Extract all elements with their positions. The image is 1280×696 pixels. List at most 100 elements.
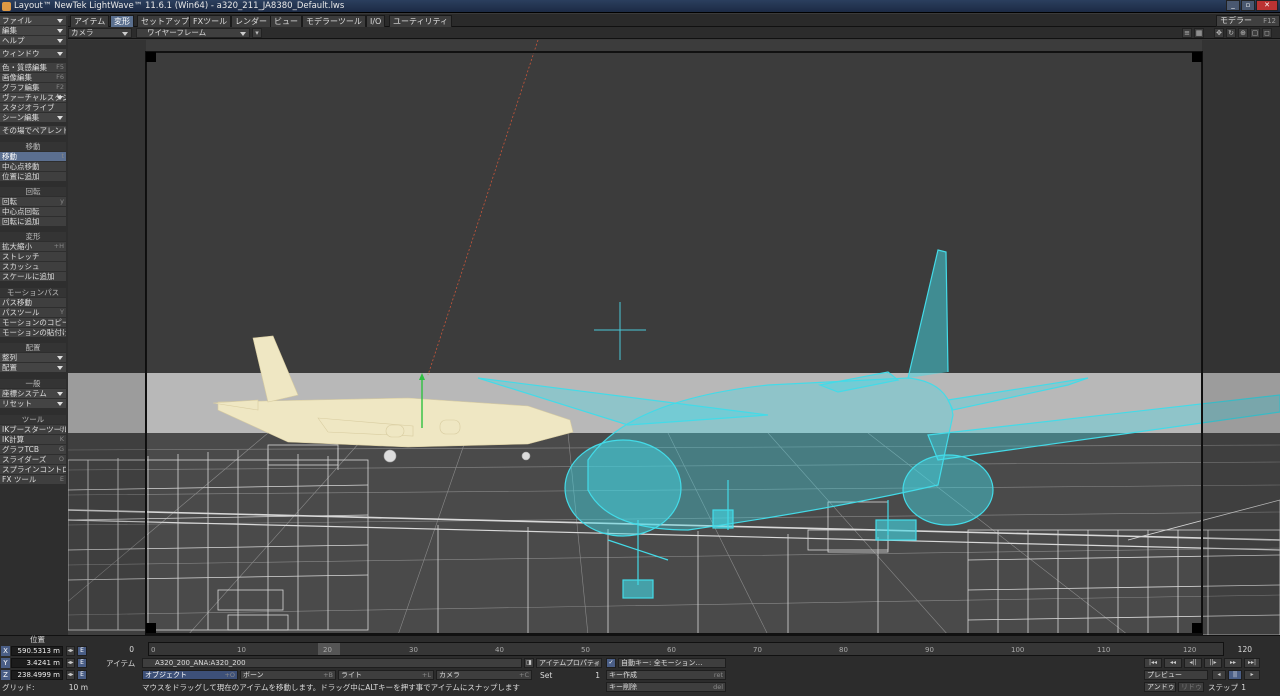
play-icon[interactable]: ▸: [1244, 670, 1260, 680]
rotate-view-icon[interactable]: ↻: [1226, 28, 1236, 38]
play-reverse-icon[interactable]: ◂: [1212, 670, 1226, 680]
graph-editor-button[interactable]: グラフ編集 F2: [0, 83, 66, 92]
set-value[interactable]: 1: [590, 671, 600, 680]
align-menu[interactable]: 整列: [0, 353, 66, 362]
tab-io[interactable]: I/O: [366, 15, 386, 27]
timeline-slider[interactable]: 0 10 20 30 40 50 60 70 80 90 100 110 120: [148, 642, 1224, 656]
rotate-pivot-button[interactable]: 中心点回転: [0, 207, 66, 216]
prev-frame-icon[interactable]: ◂||: [1184, 658, 1202, 668]
add-to-scale-button[interactable]: スケールに追加: [0, 272, 66, 281]
prev-key-icon[interactable]: ◂◂: [1164, 658, 1182, 668]
size-button[interactable]: 拡大縮小 +H: [0, 242, 66, 251]
objects-button[interactable]: オブジェクト +O: [142, 670, 238, 680]
left-letterbox: [68, 40, 146, 635]
grid-value[interactable]: 10 m: [48, 683, 88, 692]
redo-button[interactable]: リドゥ: [1178, 682, 1204, 692]
viewport-options-icon[interactable]: ▾: [252, 28, 262, 38]
add-to-rotation-button[interactable]: 回転に追加: [0, 217, 66, 226]
studio-live-button[interactable]: スタジオライブ: [0, 103, 66, 112]
next-key-icon[interactable]: ▸▸: [1224, 658, 1242, 668]
camera-viewport[interactable]: [68, 40, 1280, 635]
timeline-start[interactable]: 0: [120, 645, 134, 654]
coord-system-menu[interactable]: 座標システム: [0, 389, 66, 398]
z-arrows-icon[interactable]: ◂▸: [66, 670, 75, 680]
create-key-button[interactable]: キー作成 ret: [606, 670, 726, 680]
zoom-icon[interactable]: ⊕: [1238, 28, 1248, 38]
reset-menu[interactable]: リセット: [0, 399, 66, 408]
x-enable-toggle[interactable]: E: [77, 646, 87, 656]
preview-dropdown[interactable]: プレビュー: [1144, 670, 1208, 680]
squash-button[interactable]: スカッシュ: [0, 262, 66, 271]
graph-tcb-button[interactable]: グラフTCB G: [0, 445, 66, 454]
bones-button[interactable]: ボーン +B: [240, 670, 336, 680]
pause-icon[interactable]: ||: [1228, 670, 1242, 680]
scene-editor-menu[interactable]: シーン編集: [0, 113, 66, 122]
tab-items[interactable]: アイテム: [70, 15, 110, 27]
tab-fx-tools[interactable]: FXツール: [189, 15, 232, 27]
x-position-field[interactable]: 590.5313 m: [11, 646, 63, 656]
render-mode-dropdown[interactable]: ワイヤーフレーム: [136, 28, 250, 38]
viewport-layout-icon[interactable]: ▦: [1194, 28, 1204, 38]
lights-button[interactable]: ライト +L: [338, 670, 434, 680]
y-enable-toggle[interactable]: E: [77, 658, 87, 668]
tab-render[interactable]: レンダー: [231, 15, 271, 27]
maximize-icon[interactable]: ▫: [1241, 0, 1255, 11]
item-properties-button[interactable]: アイテムプロパティ p: [536, 658, 602, 668]
path-move-button[interactable]: パス移動: [0, 298, 66, 307]
fit-icon[interactable]: ▢: [1250, 28, 1260, 38]
ik-solve-button[interactable]: IK計算 K: [0, 435, 66, 444]
modeler-button[interactable]: モデラー F12: [1216, 15, 1280, 27]
tab-setup[interactable]: セットアップ: [137, 15, 193, 27]
fx-tool-button[interactable]: FX ツール E: [0, 475, 66, 484]
parent-in-place-button[interactable]: その場でペアレント: [0, 126, 66, 135]
close-icon[interactable]: ✕: [1256, 0, 1278, 11]
virtual-studio-menu[interactable]: ヴァーチャルスタジオ: [0, 93, 66, 102]
auto-key-dropdown[interactable]: 自動キー: 全モーション…: [618, 658, 726, 668]
left-toolbar: ファイル 編集 ヘルプ ウィンドウ 色・質感編集 F5 画像編集 F6 グラフ編集 F…: [0, 14, 68, 644]
arrange-menu[interactable]: 配置: [0, 363, 66, 372]
last-frame-icon[interactable]: ▸▸|: [1244, 658, 1260, 668]
delete-key-button[interactable]: キー削除 del: [606, 682, 726, 692]
image-editor-button[interactable]: 画像編集 F6: [0, 73, 66, 82]
surface-editor-button[interactable]: 色・質感編集 F5: [0, 63, 66, 72]
cameras-shortcut: +C: [519, 671, 529, 679]
timeline-end[interactable]: 120: [1234, 645, 1252, 654]
first-frame-icon[interactable]: |◂◂: [1144, 658, 1162, 668]
tab-view[interactable]: ビュー: [270, 15, 302, 27]
pan-icon[interactable]: ✥: [1214, 28, 1224, 38]
rotate-button[interactable]: 回転 y: [0, 197, 66, 206]
tab-modeler-tools[interactable]: モデラーツール: [302, 15, 366, 27]
cameras-button[interactable]: カメラ +C: [436, 670, 532, 680]
ik-booster-button[interactable]: IKブースターツール B: [0, 425, 66, 434]
spline-control-button[interactable]: スプラインコントロール: [0, 465, 66, 474]
current-item-dropdown[interactable]: A320_200_ANA:A320_200: [142, 658, 522, 668]
step-value[interactable]: 1: [1236, 683, 1246, 692]
tab-modify[interactable]: 変形: [110, 15, 134, 27]
maximize-viewport-icon[interactable]: ◻: [1262, 28, 1272, 38]
paste-motion-button[interactable]: モーションの貼付け: [0, 328, 66, 337]
z-position-field[interactable]: 238.4999 m: [11, 670, 63, 680]
y-arrows-icon[interactable]: ◂▸: [66, 658, 75, 668]
y-position-field[interactable]: 3.4241 m: [11, 658, 63, 668]
x-arrows-icon[interactable]: ◂▸: [66, 646, 75, 656]
file-menu[interactable]: ファイル: [0, 16, 66, 25]
view-type-dropdown[interactable]: カメラ: [68, 28, 132, 38]
next-frame-icon[interactable]: ||▸: [1204, 658, 1222, 668]
item-lock-icon[interactable]: ◨: [524, 658, 534, 668]
undo-button[interactable]: アンドゥ: [1144, 682, 1176, 692]
path-tool-button[interactable]: パスツール Y: [0, 308, 66, 317]
move-pivot-button[interactable]: 中心点移動: [0, 162, 66, 171]
tab-utilities[interactable]: ユーティリティ: [389, 15, 453, 27]
minimize-icon[interactable]: _: [1226, 0, 1240, 11]
edit-menu[interactable]: 編集: [0, 26, 66, 35]
move-button[interactable]: 移動 t: [0, 152, 66, 161]
auto-key-checkbox[interactable]: ✓: [606, 658, 616, 668]
window-menu[interactable]: ウィンドウ: [0, 49, 66, 58]
z-enable-toggle[interactable]: E: [77, 670, 87, 680]
sliders-button[interactable]: スライダーズ O: [0, 455, 66, 464]
add-to-position-button[interactable]: 位置に追加: [0, 172, 66, 181]
help-menu[interactable]: ヘルプ: [0, 36, 66, 45]
copy-motion-button[interactable]: モーションのコピー: [0, 318, 66, 327]
viewport-list-icon[interactable]: ≡: [1182, 28, 1192, 38]
stretch-button[interactable]: ストレッチ: [0, 252, 66, 261]
